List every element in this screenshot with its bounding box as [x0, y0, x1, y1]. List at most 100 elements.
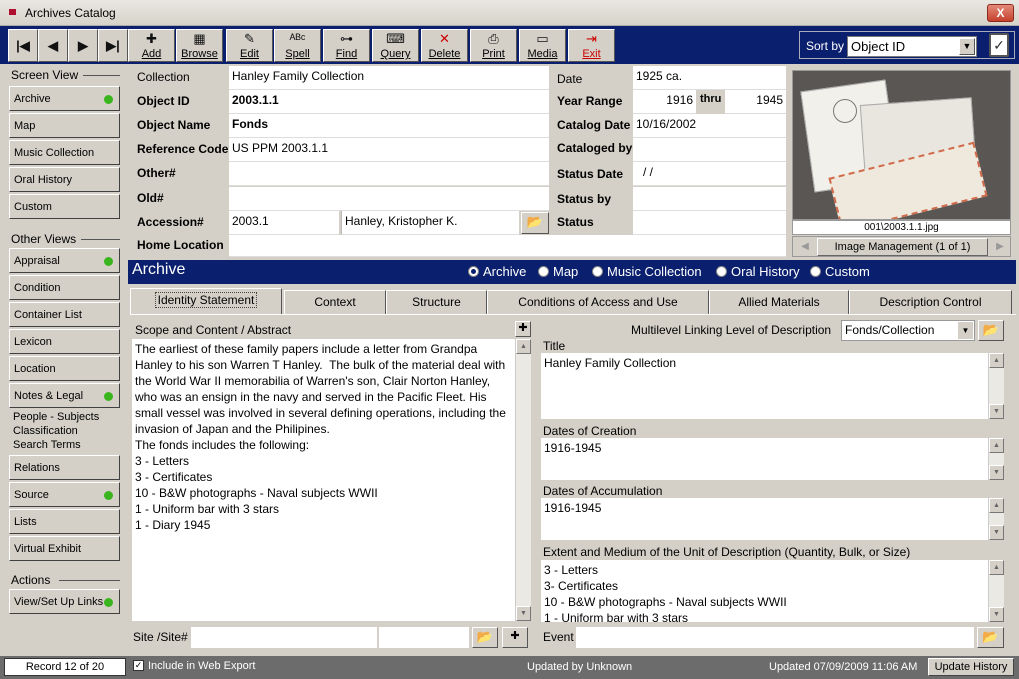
creation-scrollbar[interactable]: ▲ ▼ [988, 438, 1004, 480]
sidebar-item-container-list[interactable]: Container List [9, 302, 120, 327]
tab-context[interactable]: Context [284, 290, 386, 314]
level-of-description-select[interactable]: Fonds/Collection ▼ [841, 320, 975, 341]
query-button[interactable]: ⌨ Query [372, 29, 419, 62]
sidebar-item-notes-legal[interactable]: Notes & Legal [9, 383, 120, 408]
last-record-button[interactable]: ▶| [98, 29, 128, 62]
clipboard-check-icon[interactable]: ✓ [989, 33, 1009, 57]
site-number-field[interactable] [379, 627, 469, 648]
sidebar-item-classification[interactable]: Classification [9, 425, 120, 439]
sidebar-item-relations[interactable]: Relations [9, 455, 120, 480]
event-field[interactable] [576, 627, 974, 648]
old-number-label: Old# [137, 191, 164, 205]
add-site-icon[interactable]: ✚ [502, 627, 528, 648]
exit-button[interactable]: ⇥ Exit [568, 29, 615, 62]
status-date-field[interactable]: / / [633, 162, 786, 186]
view-setup-links-button[interactable]: View/Set Up Links [9, 589, 120, 614]
chevron-down-icon[interactable]: ▼ [959, 38, 975, 55]
year-to-field[interactable]: 1945 [725, 90, 786, 114]
sidebar-item-search-terms[interactable]: Search Terms [9, 439, 120, 453]
first-record-button[interactable]: |◀ [8, 29, 38, 62]
reference-code-field[interactable]: US PPM 2003.1.1 [229, 138, 549, 162]
accession-field[interactable]: 2003.1 [229, 211, 339, 235]
edit-button[interactable]: ✎ Edit [226, 29, 273, 62]
sidebar-item-people-subjects[interactable]: People - Subjects [9, 411, 120, 425]
object-id-field[interactable]: 2003.1.1 [229, 90, 549, 114]
previous-record-button[interactable]: ◀ [38, 29, 68, 62]
extent-medium-textarea[interactable]: 3 - Letters 3- Certificates 10 - B&W pho… [541, 560, 988, 622]
catalog-date-field[interactable]: 10/16/2002 [633, 114, 786, 138]
sidebar-item-lists[interactable]: Lists [9, 509, 120, 534]
tab-allied-materials[interactable]: Allied Materials [709, 290, 849, 314]
home-location-field[interactable] [229, 235, 786, 257]
web-export-checkbox[interactable]: ✓ [133, 660, 144, 671]
collection-field[interactable]: Hanley Family Collection [229, 66, 549, 90]
status-by-field[interactable] [633, 187, 786, 211]
radio-map[interactable]: Map [538, 264, 578, 279]
scope-content-textarea[interactable]: The earliest of these family papers incl… [132, 339, 515, 621]
active-indicator-icon [104, 95, 113, 104]
record-image[interactable] [792, 70, 1011, 220]
media-button[interactable]: ▭ Media [519, 29, 566, 62]
dates-of-accumulation-textarea[interactable]: 1916-1945 [541, 498, 988, 540]
old-number-field[interactable] [229, 187, 549, 211]
next-record-button[interactable]: ▶ [68, 29, 98, 62]
cataloged-by-field[interactable] [633, 138, 786, 162]
update-history-button[interactable]: Update History [928, 658, 1014, 676]
dates-of-creation-textarea[interactable]: 1916-1945 [541, 438, 988, 480]
sidebar-item-location[interactable]: Location [9, 356, 120, 381]
sidebar-item-lexicon[interactable]: Lexicon [9, 329, 120, 354]
delete-button[interactable]: ✕ Delete [421, 29, 468, 62]
window-title: Archives Catalog [25, 6, 116, 20]
previous-image-icon[interactable]: ◀ [794, 238, 816, 256]
tab-description-control[interactable]: Description Control [849, 290, 1012, 314]
sidebar-item-archive[interactable]: Archive [9, 86, 120, 111]
radio-music-collection[interactable]: Music Collection [592, 264, 702, 279]
radio-archive[interactable]: Archive [468, 264, 526, 279]
date-field[interactable]: 1925 ca. [633, 66, 786, 90]
tab-strip: Identity Statement Context Structure Con… [130, 288, 1016, 314]
edit-label: Edit [240, 48, 259, 60]
sidebar-item-condition[interactable]: Condition [9, 275, 120, 300]
add-scope-icon[interactable]: ✚ [515, 321, 531, 337]
add-button[interactable]: ✚ Add [128, 29, 175, 62]
open-folder-icon[interactable]: 📂 [521, 212, 549, 234]
sidebar-item-music-collection[interactable]: Music Collection [9, 140, 120, 165]
tab-identity-statement[interactable]: Identity Statement [130, 288, 282, 314]
other-number-field[interactable] [229, 162, 549, 186]
find-button[interactable]: ⊶ Find [323, 29, 370, 62]
collection-label: Collection [137, 70, 190, 84]
sidebar-item-virtual-exhibit[interactable]: Virtual Exhibit [9, 536, 120, 561]
accumulation-scrollbar[interactable]: ▲ ▼ [988, 498, 1004, 540]
chevron-down-icon[interactable]: ▼ [958, 322, 973, 339]
year-from-field[interactable]: 1916 [633, 90, 696, 114]
sidebar-item-oral-history[interactable]: Oral History [9, 167, 120, 192]
sort-by-select[interactable]: Object ID ▼ [847, 36, 977, 57]
scope-scrollbar[interactable]: ▲ ▼ [515, 339, 531, 621]
status-field[interactable] [633, 211, 786, 235]
print-button[interactable]: ⎙ Print [470, 29, 517, 62]
tab-structure[interactable]: Structure [386, 290, 487, 314]
sidebar-item-custom[interactable]: Custom [9, 194, 120, 219]
accession-name-field[interactable]: Hanley, Kristopher K. [341, 211, 519, 235]
open-folder-icon[interactable]: 📂 [472, 627, 498, 648]
extent-scrollbar[interactable]: ▲ ▼ [988, 560, 1004, 622]
sidebar-item-appraisal[interactable]: Appraisal [9, 248, 120, 273]
sidebar-item-source[interactable]: Source [9, 482, 120, 507]
browse-button[interactable]: ▦ Browse [176, 29, 223, 62]
open-folder-icon[interactable]: 📂 [977, 627, 1004, 648]
delete-x-icon: ✕ [439, 31, 450, 46]
site-field[interactable] [191, 627, 377, 648]
object-name-field[interactable]: Fonds [229, 114, 549, 138]
image-management-button[interactable]: Image Management (1 of 1) [817, 238, 988, 256]
open-folder-icon[interactable]: 📂 [978, 320, 1004, 341]
tab-conditions-of-access[interactable]: Conditions of Access and Use [487, 290, 709, 314]
radio-custom[interactable]: Custom [810, 264, 870, 279]
title-textarea[interactable]: Hanley Family Collection [541, 353, 988, 419]
title-scrollbar[interactable]: ▲ ▼ [988, 353, 1004, 419]
spell-button[interactable]: ᴬᴮᶜ Spell [274, 29, 321, 62]
next-image-icon[interactable]: ▶ [989, 238, 1011, 256]
level-of-description-value: Fonds/Collection [845, 323, 935, 337]
radio-oral-history[interactable]: Oral History [716, 264, 800, 279]
sidebar-item-map[interactable]: Map [9, 113, 120, 138]
close-button[interactable]: X [987, 4, 1014, 22]
